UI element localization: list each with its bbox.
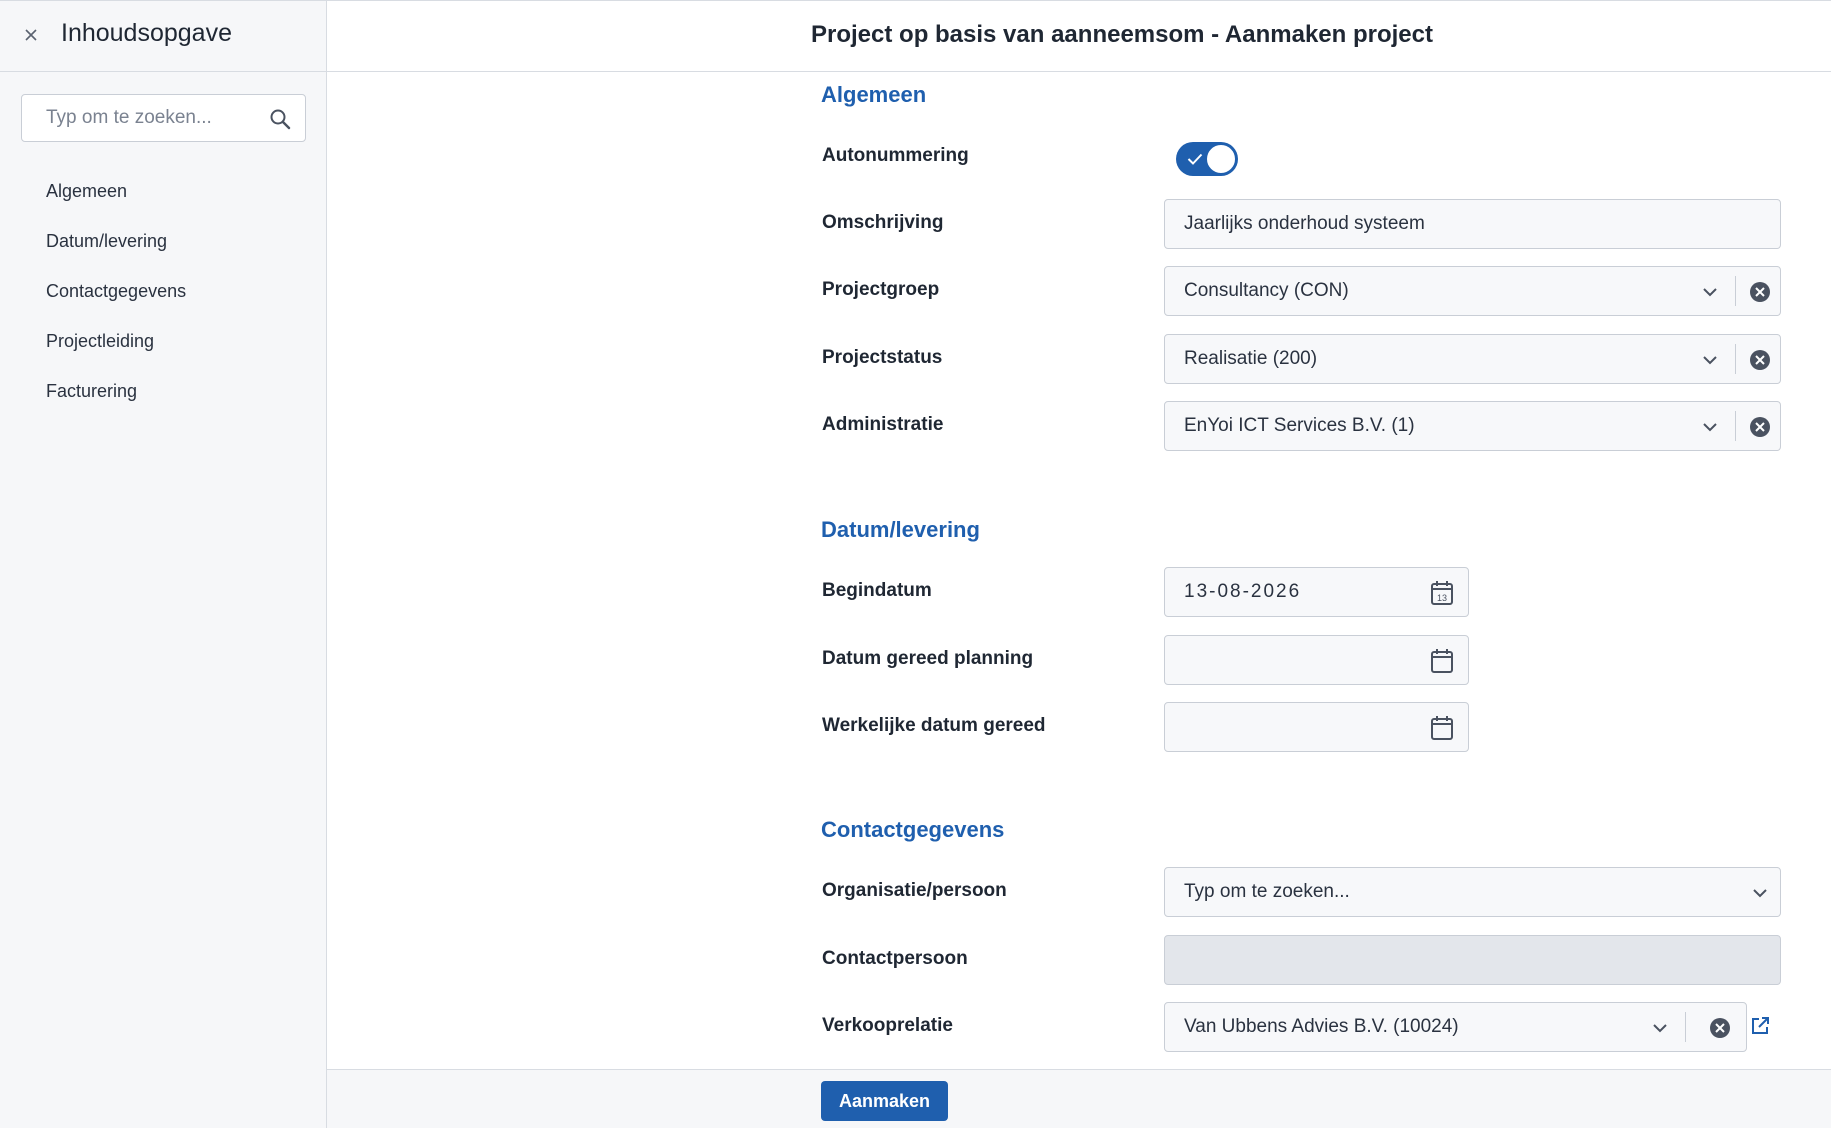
label-omschrijving: Omschrijving	[822, 212, 944, 233]
begindatum-input[interactable]: 13-08-2026 13	[1164, 567, 1469, 617]
section-title-datum-levering: Datum/levering	[821, 517, 980, 542]
sidebar-search[interactable]	[21, 94, 306, 142]
toggle-knob	[1206, 144, 1236, 174]
omschrijving-input[interactable]: Jaarlijks onderhoud systeem	[1164, 199, 1781, 249]
calendar-icon[interactable]: 13	[1430, 580, 1454, 606]
organisatie-persoon-placeholder: Typ om te zoeken...	[1184, 881, 1350, 902]
label-begindatum: Begindatum	[822, 580, 932, 601]
label-projectgroep: Projectgroep	[822, 279, 940, 300]
werkelijke-datum-gereed-input[interactable]	[1164, 702, 1469, 752]
sidebar-header: Inhoudsopgave	[0, 1, 326, 72]
divider	[1735, 344, 1736, 374]
divider	[1685, 1012, 1686, 1042]
omschrijving-value: Jaarlijks onderhoud systeem	[1184, 213, 1425, 234]
sidebar-search-input[interactable]	[22, 95, 262, 141]
calendar-icon[interactable]	[1430, 648, 1454, 674]
main-header: Project op basis van aanneemsom - Aanmak…	[327, 0, 1831, 72]
chevron-down-icon	[1653, 1024, 1667, 1033]
chevron-down-icon	[1703, 423, 1717, 432]
clear-icon[interactable]	[1749, 281, 1771, 303]
administratie-value: EnYoi ICT Services B.V. (1)	[1184, 415, 1415, 436]
toc-item-contactgegevens[interactable]: Contactgegevens	[0, 266, 326, 316]
verkooprelatie-select[interactable]: Van Ubbens Advies B.V. (10024)	[1164, 1002, 1747, 1052]
calendar-icon[interactable]	[1430, 715, 1454, 741]
section-title-contactgegevens: Contactgegevens	[821, 817, 1005, 842]
clear-icon[interactable]	[1749, 349, 1771, 371]
chevron-down-icon	[1703, 356, 1717, 365]
toc-list: Algemeen Datum/levering Contactgegevens …	[0, 166, 326, 416]
clear-icon[interactable]	[1749, 416, 1771, 438]
label-contactpersoon: Contactpersoon	[822, 948, 968, 969]
label-administratie: Administratie	[822, 414, 944, 435]
aanmaken-button[interactable]: Aanmaken	[821, 1081, 948, 1121]
label-organisatie-persoon: Organisatie/persoon	[822, 880, 1007, 901]
toc-item-algemeen[interactable]: Algemeen	[0, 166, 326, 216]
label-projectstatus: Projectstatus	[822, 347, 943, 368]
footer: Aanmaken	[327, 1069, 1831, 1128]
toc-item-facturering[interactable]: Facturering	[0, 366, 326, 416]
begindatum-value: 13-08-2026	[1184, 581, 1302, 602]
autonummering-toggle[interactable]	[1176, 142, 1238, 176]
verkooprelatie-value: Van Ubbens Advies B.V. (10024)	[1184, 1016, 1459, 1037]
check-icon	[1187, 153, 1203, 165]
toc-item-projectleiding[interactable]: Projectleiding	[0, 316, 326, 366]
sidebar-title: Inhoudsopgave	[61, 19, 232, 47]
toc-item-datum-levering[interactable]: Datum/levering	[0, 216, 326, 266]
section-title-algemeen: Algemeen	[821, 82, 927, 107]
contactpersoon-input	[1164, 935, 1781, 985]
close-icon[interactable]	[18, 22, 44, 48]
page-title: Project op basis van aanneemsom - Aanmak…	[811, 21, 1433, 48]
search-icon	[270, 109, 291, 130]
administratie-select[interactable]: EnYoi ICT Services B.V. (1)	[1164, 401, 1781, 451]
chevron-down-icon	[1753, 889, 1767, 898]
chevron-down-icon	[1703, 288, 1717, 297]
external-link-icon[interactable]	[1749, 1015, 1771, 1037]
clear-icon[interactable]	[1709, 1017, 1731, 1039]
form-content: Algemeen Autonummering Omschrijving Jaar…	[327, 72, 1831, 1069]
organisatie-persoon-select[interactable]: Typ om te zoeken...	[1164, 867, 1781, 917]
projectstatus-value: Realisatie (200)	[1184, 348, 1318, 369]
projectstatus-select[interactable]: Realisatie (200)	[1164, 334, 1781, 384]
datum-gereed-planning-input[interactable]	[1164, 635, 1469, 685]
projectgroep-value: Consultancy (CON)	[1184, 280, 1349, 301]
projectgroep-select[interactable]: Consultancy (CON)	[1164, 266, 1781, 316]
divider	[1735, 276, 1736, 306]
calendar-day-text: 13	[1437, 593, 1447, 603]
label-datum-gereed-planning: Datum gereed planning	[822, 648, 1034, 669]
sidebar: Inhoudsopgave Algemeen Datum/levering Co…	[0, 0, 327, 1128]
label-werkelijke-datum-gereed: Werkelijke datum gereed	[822, 715, 1046, 736]
label-verkooprelatie: Verkooprelatie	[822, 1015, 953, 1036]
divider	[1735, 411, 1736, 441]
label-autonummering: Autonummering	[822, 145, 969, 166]
